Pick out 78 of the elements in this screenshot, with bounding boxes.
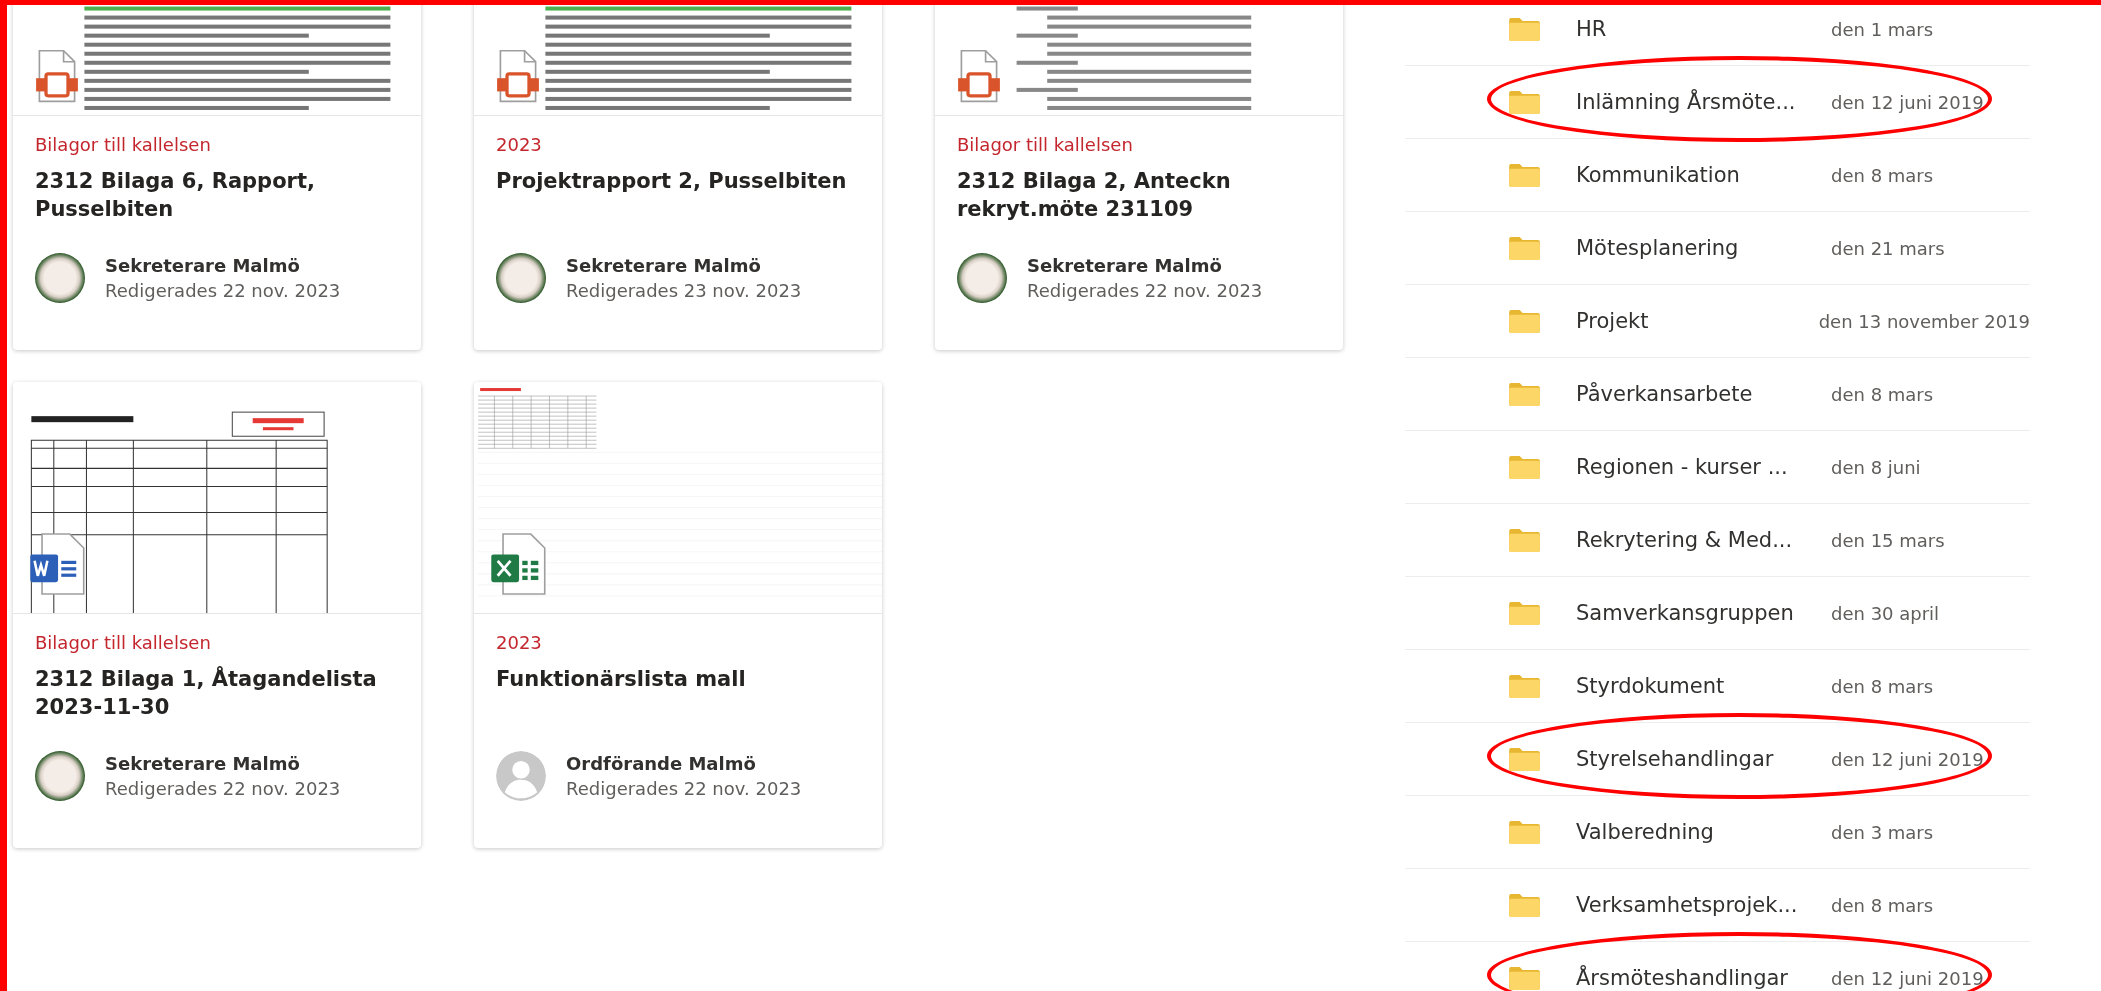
folder-row[interactable]: HR den 1 mars [1405,0,2030,66]
modified-date: den 21 mars [1831,237,1945,259]
card-category: 2023 [496,632,543,653]
folder-icon [1509,90,1540,114]
card-category: Bilagor till kallelsen [35,632,212,653]
folder-row[interactable]: Rekrytering & Med... den 15 mars [1405,504,2030,577]
modified-date: den 1 mars [1831,18,1934,40]
card-category: 2023 [496,134,543,155]
modified-date: den 12 juni 2019 [1831,748,1984,770]
folder-row[interactable]: Verksamhetsprojek... den 8 mars [1405,869,2030,942]
folder-name: HR [1576,17,1608,41]
file-card[interactable]: 2023 Funktionärslista mall Ordförande Malmö Redigerades 22 nov. 2023 [474,382,882,848]
folder-row[interactable]: Påverkansarbete den 8 mars [1405,358,2030,431]
card-category: Bilagor till kallelsen [35,134,212,155]
folder-name: Projekt [1576,309,1650,333]
modified-date: den 8 mars [1831,164,1934,186]
modified-date: den 8 mars [1831,894,1934,916]
folder-row[interactable]: Regionen - kurser ... den 8 juni [1405,431,2030,504]
modified-date: den 8 juni [1831,456,1921,478]
edit-date: Redigerades 23 nov. 2023 [566,280,802,301]
folder-icon [1509,674,1540,698]
folder-row[interactable]: Kommunikation den 8 mars [1405,139,2030,212]
card-title: 2312 Bilaga 1, Åtagandelista 2023-11-30 [35,665,378,721]
card-title: 2312 Bilaga 6, Rapport, Pusselbiten [35,168,316,223]
folder-icon [1509,17,1540,41]
folder-icon [1509,820,1540,844]
folder-name: Kommunikation [1576,163,1741,187]
folder-row[interactable]: Samverkansgruppen den 30 april [1405,577,2030,650]
folder-name: Årsmöteshandlingar [1576,966,1789,990]
folder-icon [1509,236,1540,260]
folder-name: Inlämning Årsmöte... [1576,90,1796,114]
folder-icon [1509,893,1540,917]
folder-name: Verksamhetsprojek... [1576,893,1796,917]
modified-date: den 8 mars [1831,675,1934,697]
author-name: Sekreterare Malmö [1027,255,1223,276]
file-card[interactable]: Bilagor till kallelsen 2312 Bilaga 1, Åtagandelista 2023-11-30 Sekreterare Malmö Redigerades 22 nov. 2023 [13,382,421,848]
author-name: Sekreterare Malmö [105,255,301,276]
modified-date: den 8 mars [1831,383,1934,405]
folder-name: Styrelsehandlingar [1576,747,1775,771]
author-name: Sekreterare Malmö [566,255,762,276]
author-name: Sekreterare Malmö [105,753,301,774]
folder-name: Påverkansarbete [1576,382,1754,406]
folder-row[interactable]: Styrdokument den 8 mars [1405,650,2030,723]
modified-date: den 12 juni 2019 [1831,91,1984,113]
folder-row[interactable]: Projekt den 13 november 2019 [1405,285,2030,358]
card-category: Bilagor till kallelsen [957,134,1134,155]
card-title: 2312 Bilaga 2, Anteckn rekryt.möte 231109 [957,168,1232,223]
folder-row[interactable]: Årsmöteshandlingar den 12 juni 2019 [1405,942,2030,991]
modified-date: den 13 november 2019 [1818,310,2030,332]
folder-name: Samverkansgruppen [1576,601,1795,625]
folder-name: Regionen - kurser ... [1576,455,1789,479]
folder-name: Rekrytering & Med... [1576,528,1794,552]
folder-icon [1509,966,1540,990]
edit-date: Redigerades 22 nov. 2023 [105,778,341,799]
folder-row[interactable]: Valberedning den 3 mars [1405,796,2030,869]
folder-icon [1509,163,1540,187]
author-name: Ordförande Malmö [566,753,757,774]
folder-icon [1509,455,1540,479]
modified-date: den 15 mars [1831,529,1945,551]
folder-icon [1509,747,1540,771]
modified-date: den 3 mars [1831,821,1934,843]
folder-icon [1509,309,1540,333]
card-title: Funktionärslista mall [496,666,747,693]
folder-name: Mötesplanering [1576,236,1740,260]
folder-icon [1509,382,1540,406]
edit-date: Redigerades 22 nov. 2023 [105,280,341,301]
modified-date: den 12 juni 2019 [1831,967,1984,989]
folder-row[interactable]: Mötesplanering den 21 mars [1405,212,2030,285]
card-title: Projektrapport 2, Pusselbiten [496,168,848,195]
folder-row[interactable]: Styrelsehandlingar den 12 juni 2019 [1405,723,2030,796]
folder-icon [1509,601,1540,625]
edit-date: Redigerades 22 nov. 2023 [566,778,802,799]
modified-date: den 30 april [1831,602,1940,624]
edit-date: Redigerades 22 nov. 2023 [1027,280,1263,301]
folder-row[interactable]: Inlämning Årsmöte... den 12 juni 2019 [1405,66,2030,139]
folder-name: Styrdokument [1576,674,1726,698]
folder-icon [1509,528,1540,552]
folder-name: Valberedning [1576,820,1715,844]
